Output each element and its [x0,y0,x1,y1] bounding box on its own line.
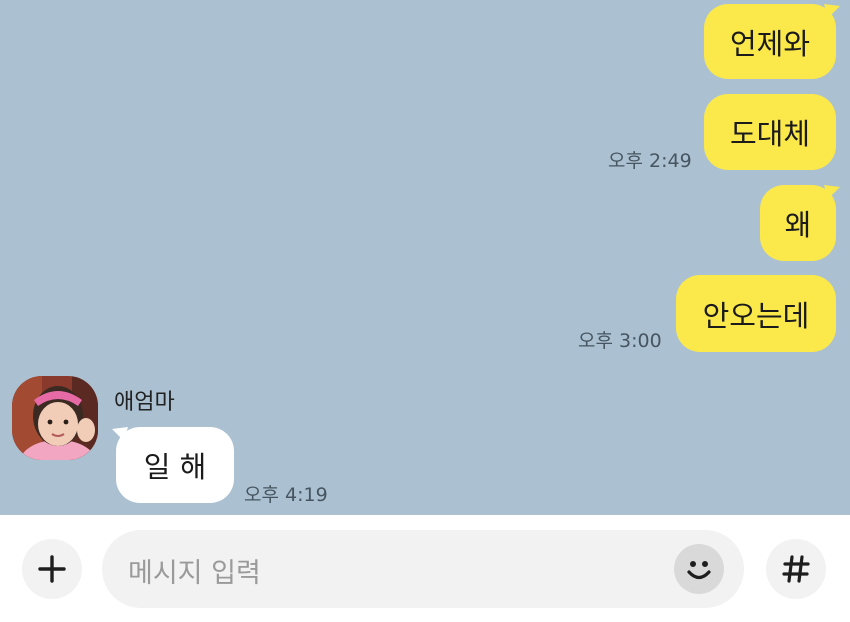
avatar-photo [12,376,98,460]
message-input-placeholder: 메시지 입력 [128,558,261,589]
smiley-icon [687,561,711,580]
add-attachment-button[interactable] [22,539,82,599]
message-time: 오후 3:00 [578,330,662,352]
hashtag-icon [782,555,810,583]
message-input[interactable]: 메시지 입력 [102,530,744,608]
message-text: 일 해 [143,450,207,484]
bubble-tail [824,185,840,199]
hashtag-search-button[interactable] [766,539,826,599]
plus-icon [38,555,66,583]
message-time: 오후 4:19 [244,484,328,506]
message-composer: 메시지 입력 [0,515,850,622]
sent-message-bubble[interactable]: 안오는데 [676,275,836,352]
message-text: 왜 [784,208,812,242]
bubble-tail [824,4,840,18]
emoji-button[interactable] [674,544,724,594]
message-text: 안오는데 [702,298,810,333]
message-text: 도대체 [729,117,811,151]
bubble-tail [112,427,128,441]
chat-area: 언제와 도대체 오후 2:49 왜 안오는데 오후 3:00 애엄마 일 해 오… [0,0,850,515]
received-message-bubble[interactable]: 일 해 [116,427,234,503]
sender-name: 애엄마 [114,390,175,415]
message-text: 언제와 [729,26,811,61]
sent-message-bubble[interactable]: 도대체 [704,94,836,170]
message-time: 오후 2:49 [608,150,692,172]
sent-message-bubble[interactable]: 언제와 [704,4,836,79]
sender-avatar[interactable] [12,376,98,460]
